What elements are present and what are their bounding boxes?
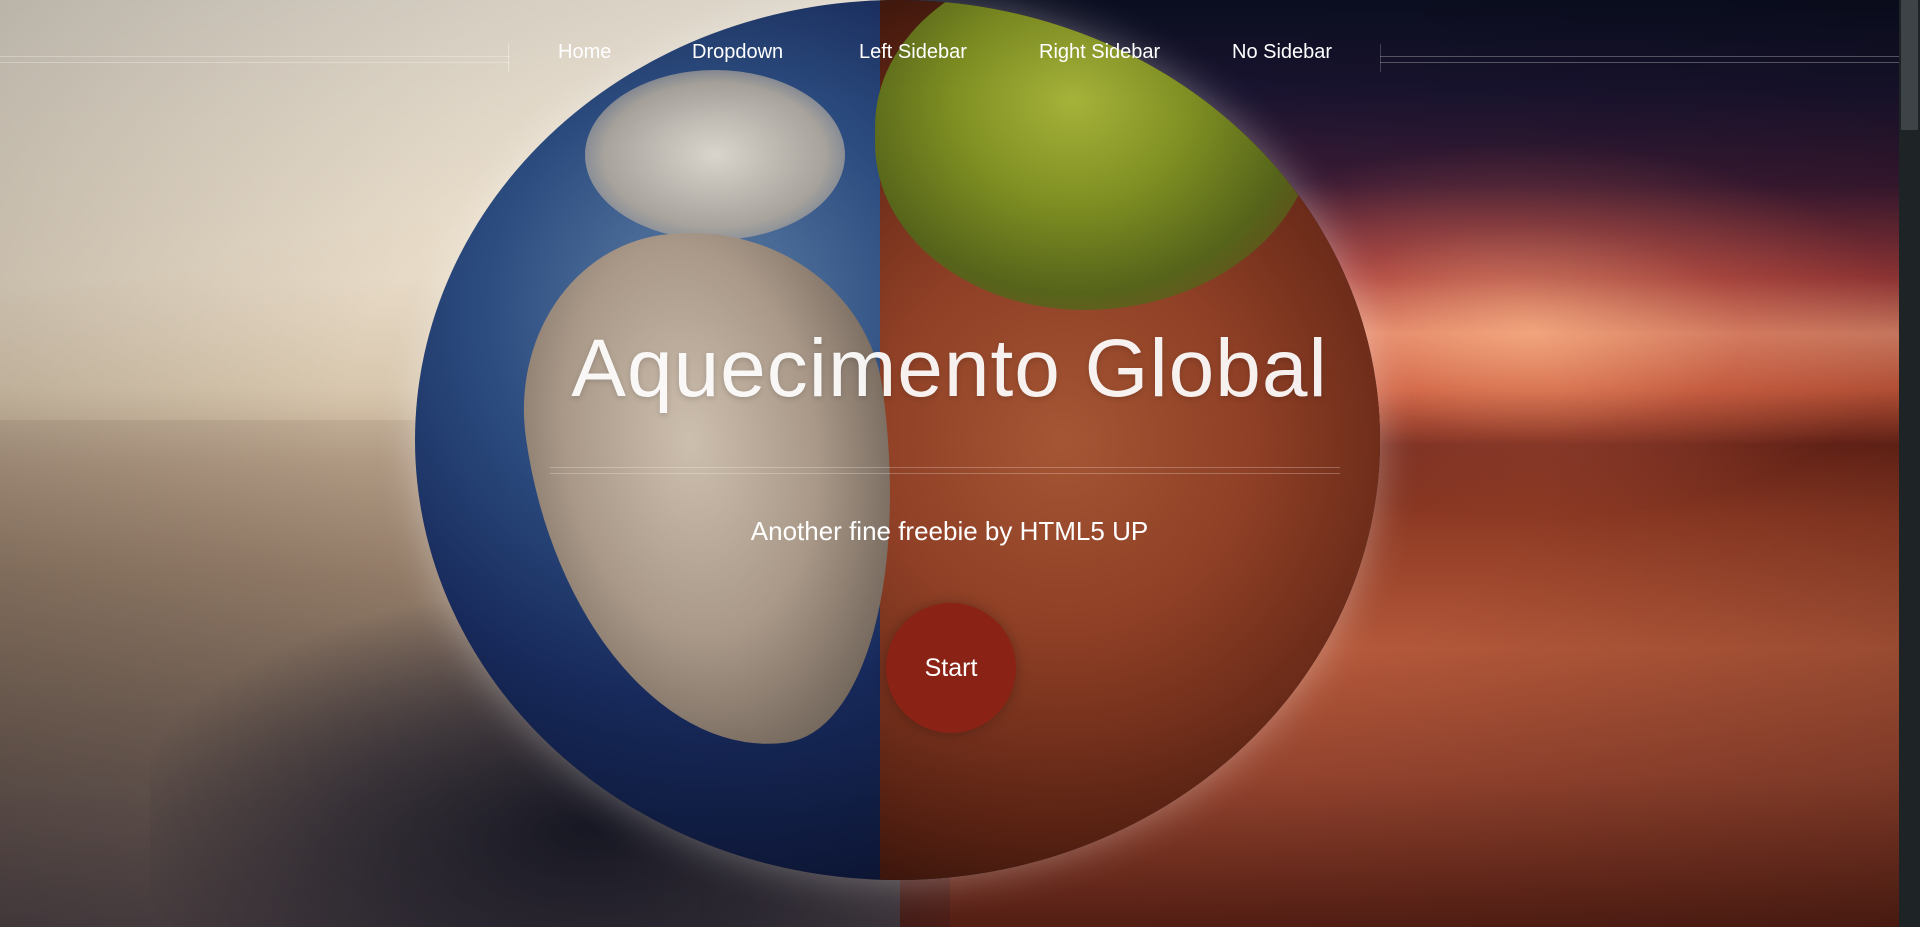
nav-divider-right: [1380, 56, 1899, 63]
nav-link-no-sidebar[interactable]: No Sidebar: [1232, 41, 1332, 64]
nav-link-right-sidebar[interactable]: Right Sidebar: [1039, 41, 1160, 64]
nav-link-home[interactable]: Home: [558, 41, 611, 64]
vignette-overlay: [0, 0, 1899, 927]
hero-background-image: [0, 0, 1899, 927]
start-button[interactable]: Start: [886, 603, 1016, 733]
nav-link-left-sidebar[interactable]: Left Sidebar: [859, 41, 967, 64]
scrollbar[interactable]: [1899, 0, 1920, 927]
nav-divider-left: [0, 56, 510, 63]
nav-divider-left-cap: [508, 44, 509, 72]
nav-divider-right-cap: [1380, 44, 1381, 72]
hero-title: Aquecimento Global: [571, 323, 1328, 414]
scrollbar-thumb[interactable]: [1901, 0, 1918, 130]
page-viewport: Home Dropdown Left Sidebar Right Sidebar…: [0, 0, 1899, 927]
hero-subtitle: Another fine freebie by HTML5 UP: [750, 516, 1149, 546]
hero-divider: [550, 467, 1340, 474]
nav-link-dropdown[interactable]: Dropdown: [692, 41, 783, 64]
main-nav: Home Dropdown Left Sidebar Right Sidebar…: [0, 34, 1899, 74]
